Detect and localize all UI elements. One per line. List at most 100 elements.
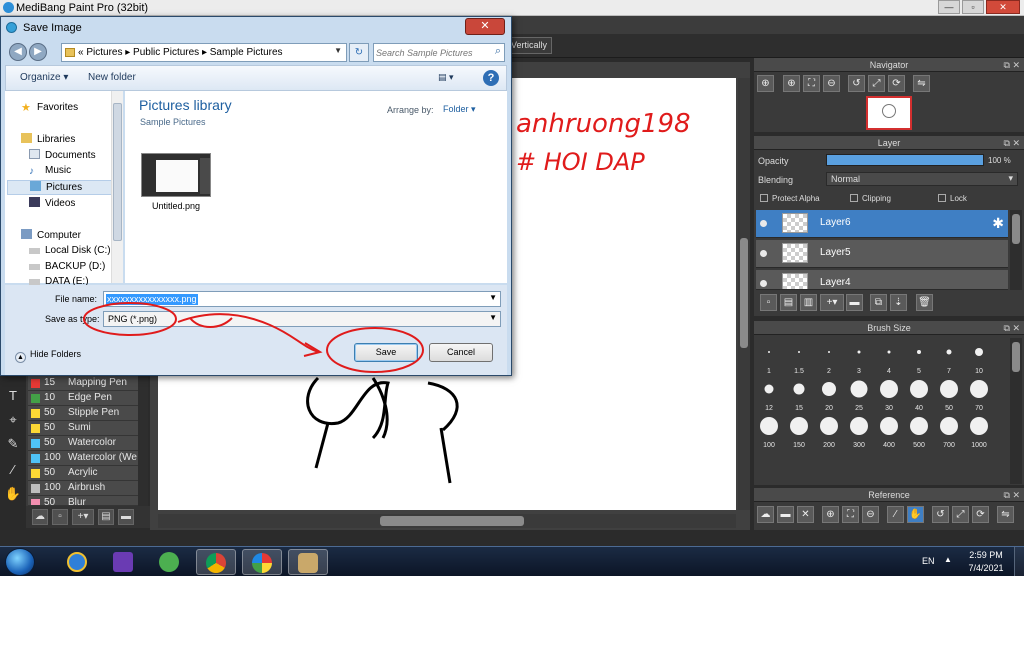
back-arrow-icon[interactable]: ◀ [9, 43, 27, 61]
brush-size-option[interactable]: 1 [755, 342, 783, 376]
new-folder-button[interactable]: New folder [88, 72, 136, 83]
save-button[interactable]: Save [354, 343, 418, 362]
taskbar-paint[interactable] [288, 549, 328, 575]
taskbar-visual-studio[interactable] [104, 549, 144, 575]
brush-size-option[interactable]: 4 [875, 342, 903, 376]
add-brush-icon[interactable]: +▾ [72, 509, 94, 525]
file-thumbnail[interactable] [141, 153, 211, 197]
nav-backup-drive[interactable]: BACKUP (D:) [29, 261, 105, 272]
chevron-down-icon[interactable]: ▼ [489, 313, 497, 322]
file-name-value[interactable]: xxxxxxxxxxxxxxxx.png [106, 294, 198, 305]
hand-tool-icon[interactable]: ✋ [3, 484, 23, 504]
eyedropper-tool-icon[interactable]: ⁄ [3, 460, 23, 480]
clipping-checkbox[interactable]: Clipping [850, 194, 891, 203]
show-desktop-button[interactable] [1014, 547, 1024, 576]
layer-row-layer4[interactable]: Layer4 [756, 270, 1008, 290]
view-options-icon[interactable]: ▤ ▾ [438, 72, 468, 86]
address-bar[interactable]: « Pictures ▸ Public Pictures ▸ Sample Pi… [61, 43, 347, 62]
hand-icon[interactable]: ✋ [907, 506, 924, 523]
pipette-icon[interactable]: ⁄ [887, 506, 904, 523]
cloud-icon[interactable]: ☁ [757, 506, 774, 523]
brush-tool-icon[interactable]: ✎ [3, 434, 23, 454]
zoom-in-icon[interactable]: ⊕ [757, 75, 774, 92]
nav-videos[interactable]: Videos [29, 197, 75, 209]
refresh-icon[interactable]: ↻ [349, 43, 369, 62]
nav-favorites[interactable]: ★ Favorites [21, 101, 78, 114]
lasso-tool-icon[interactable]: ⌖ [3, 410, 23, 430]
layer-row-layer6[interactable]: Layer6 ✱ [756, 210, 1008, 238]
search-box[interactable]: ⌕ [373, 43, 505, 62]
visibility-icon[interactable] [760, 250, 767, 257]
brush-item[interactable]: 50 Stipple Pen [28, 406, 146, 421]
taskbar-chrome[interactable] [196, 549, 236, 575]
new-8bit-layer-icon[interactable]: ▥ [800, 294, 817, 311]
brush-list-scrollbar[interactable] [138, 374, 148, 506]
brush-item[interactable]: 50 Acrylic [28, 466, 146, 481]
fullscreen-icon[interactable]: ⤢ [868, 75, 885, 92]
brush-size-option[interactable]: 500 [905, 416, 933, 450]
canvas-horizontal-scrollbar[interactable] [158, 514, 736, 528]
brush-size-option[interactable]: 3 [845, 342, 873, 376]
arrange-by-select[interactable]: Folder ▾ [443, 104, 476, 115]
organize-button[interactable]: Organize ▾ [20, 72, 68, 83]
delete-layer-icon[interactable]: 🗑 [916, 294, 933, 311]
brush-size-option[interactable]: 20 [815, 379, 843, 413]
clock-date[interactable]: 7/4/2021 [962, 563, 1010, 573]
flip-icon[interactable]: ⇋ [997, 506, 1014, 523]
gear-icon[interactable]: ✱ [992, 215, 1004, 232]
brush-item[interactable]: 50 Watercolor [28, 436, 146, 451]
help-icon[interactable]: ? [483, 70, 499, 86]
fit-icon[interactable]: ⛶ [842, 506, 859, 523]
rotate-icon[interactable]: ⟳ [972, 506, 989, 523]
brush-item[interactable]: 10 Edge Pen [28, 391, 146, 406]
close-app-button[interactable]: ✕ [986, 0, 1020, 14]
start-button[interactable] [5, 548, 35, 576]
brush-item[interactable]: 50 Blur [28, 496, 146, 506]
vertically-button[interactable]: Vertically [508, 37, 552, 54]
clock-time[interactable]: 2:59 PM [966, 550, 1006, 560]
minimize-button[interactable]: — [938, 0, 960, 14]
nav-scrollbar[interactable] [111, 91, 123, 283]
brush-item[interactable]: 15 Mapping Pen [28, 376, 146, 391]
flip-icon[interactable]: ⇋ [913, 75, 930, 92]
fullscreen-icon[interactable]: ⤢ [952, 506, 969, 523]
merge-layer-icon[interactable]: ⇣ [890, 294, 907, 311]
reset-icon[interactable]: ↺ [932, 506, 949, 523]
brush-size-option[interactable]: 400 [875, 416, 903, 450]
nav-local-disk[interactable]: Local Disk (C:) [29, 245, 111, 256]
chevron-down-icon[interactable]: ▼ [334, 46, 342, 55]
brush-size-option[interactable]: 300 [845, 416, 873, 450]
zoom-in-icon[interactable]: ⊕ [783, 75, 800, 92]
brush-size-option[interactable]: 5 [905, 342, 933, 376]
fit-icon[interactable]: ⛶ [803, 75, 820, 92]
search-input[interactable] [376, 45, 488, 60]
hide-folders-button[interactable]: ▲ Hide Folders [15, 349, 81, 363]
file-name-field[interactable]: xxxxxxxxxxxxxxxx.png ▼ [103, 291, 501, 307]
cloud-brush-icon[interactable]: ☁ [32, 509, 48, 525]
brush-folder-icon[interactable]: ▬ [118, 509, 134, 525]
new-layer-icon[interactable]: ▫ [760, 294, 777, 311]
brush-settings-icon[interactable]: ▤ [98, 509, 114, 525]
lock-checkbox[interactable]: Lock [938, 194, 967, 203]
layer-row-layer5[interactable]: Layer5 [756, 240, 1008, 268]
brush-size-option[interactable]: 15 [785, 379, 813, 413]
brush-size-option[interactable]: 12 [755, 379, 783, 413]
brush-item[interactable]: 100 Watercolor (We [28, 451, 146, 466]
add-layer-menu-icon[interactable]: +▾ [820, 294, 844, 311]
file-item-name[interactable]: Untitled.png [141, 201, 211, 211]
brush-size-option[interactable]: 1.5 [785, 342, 813, 376]
save-as-type-select[interactable]: PNG (*.png) ▼ [103, 311, 501, 327]
zoom-in-icon[interactable]: ⊕ [822, 506, 839, 523]
taskbar-medibang[interactable] [242, 549, 282, 575]
nav-pictures[interactable]: Pictures [7, 180, 113, 195]
dialog-close-button[interactable]: ✕ [465, 18, 505, 35]
close-icon[interactable]: ✕ [797, 506, 814, 523]
search-icon[interactable]: ⌕ [495, 45, 501, 58]
brush-size-option[interactable]: 10 [965, 342, 993, 376]
reset-icon[interactable]: ↺ [848, 75, 865, 92]
brush-size-option[interactable]: 150 [785, 416, 813, 450]
brush-size-option[interactable]: 25 [845, 379, 873, 413]
forward-arrow-icon[interactable]: ▶ [29, 43, 47, 61]
nav-data-drive[interactable]: DATA (E:) [29, 276, 89, 287]
new-brush-icon[interactable]: ▫ [52, 509, 68, 525]
